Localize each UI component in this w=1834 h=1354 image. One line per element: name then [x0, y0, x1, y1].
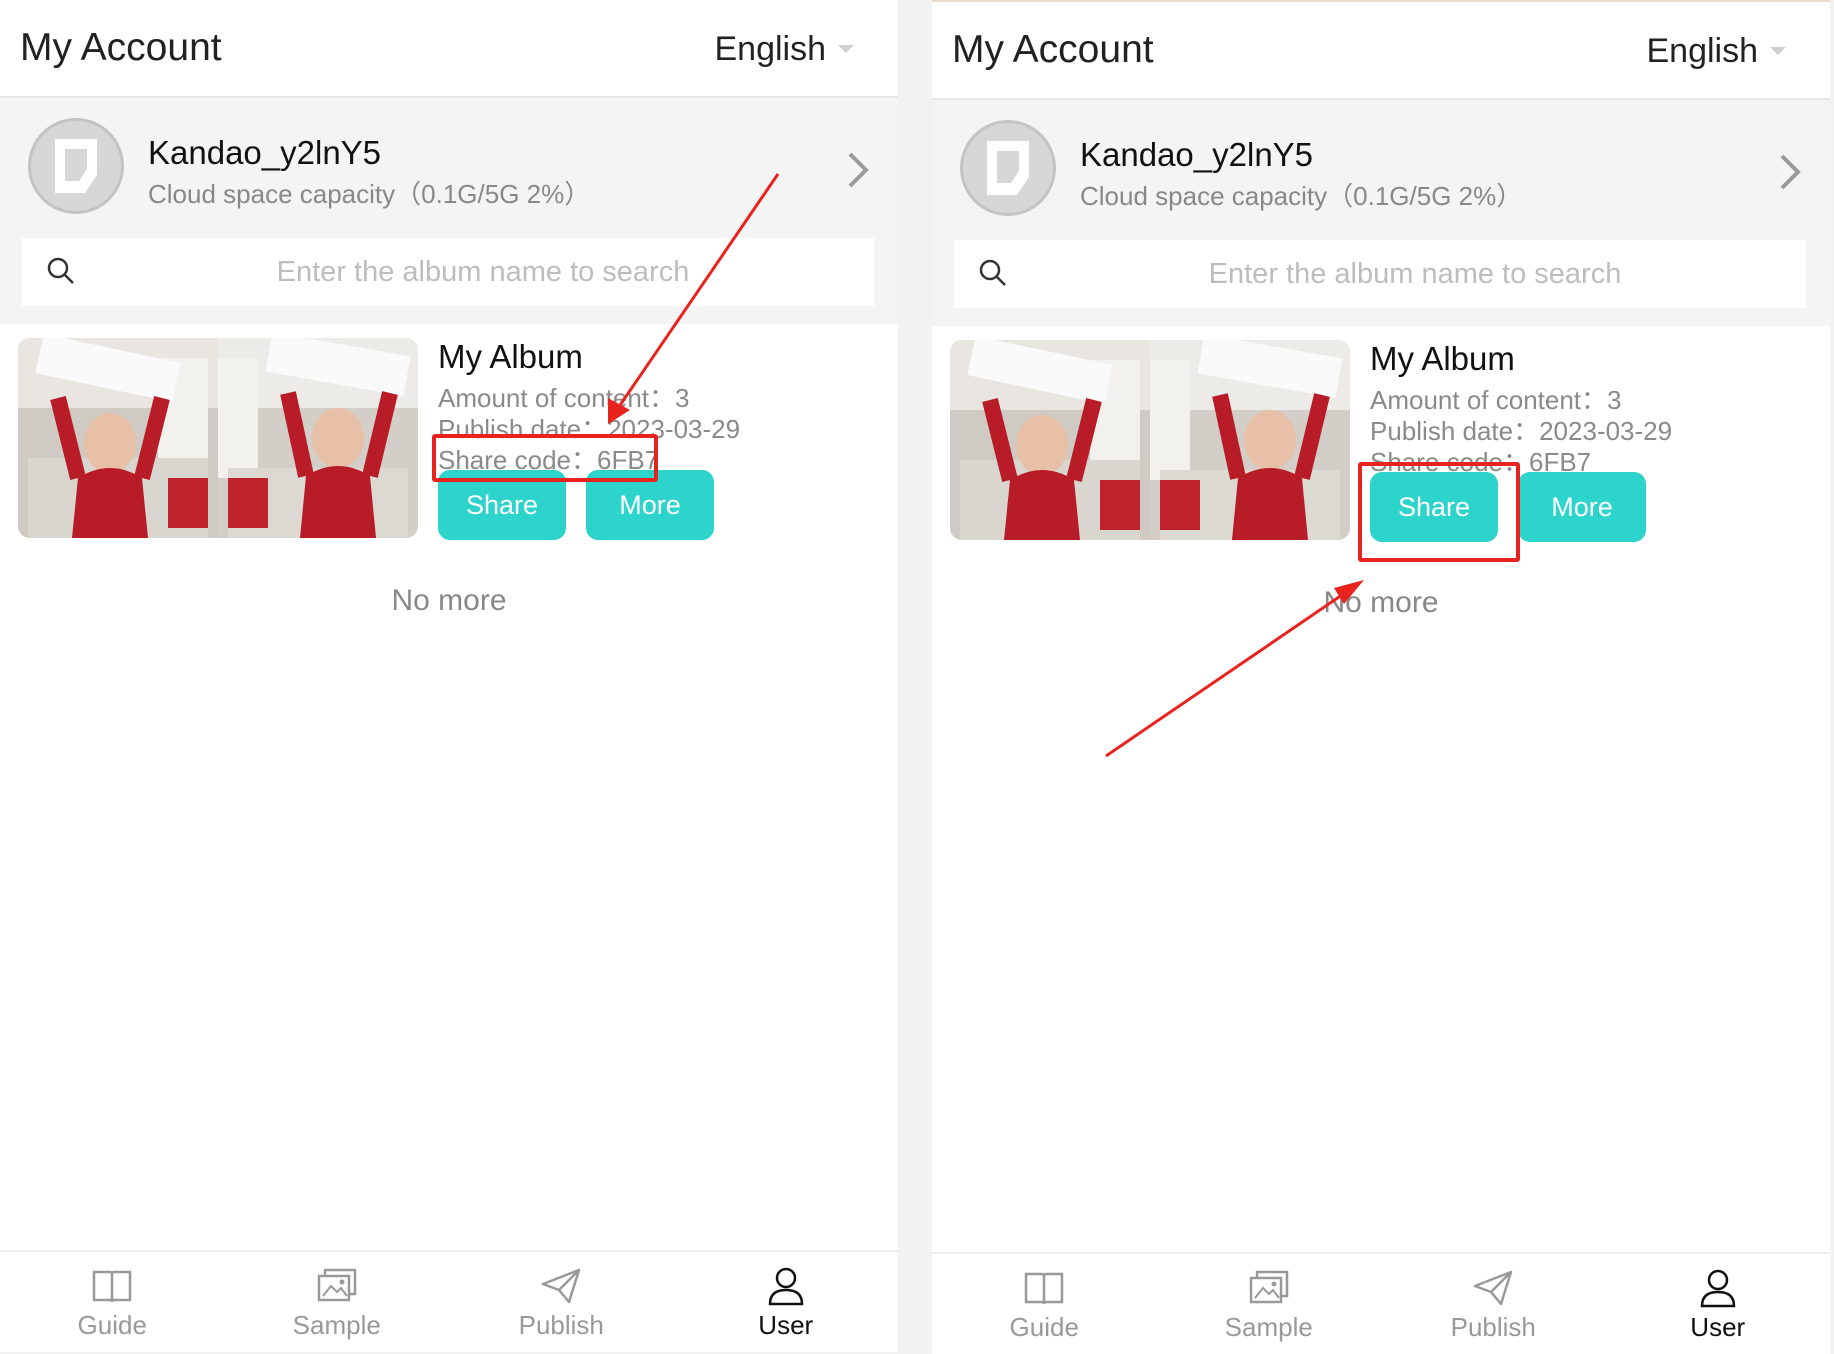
album-photo-2: [218, 338, 418, 538]
chevron-right-icon[interactable]: [1778, 152, 1802, 192]
logo-icon: [987, 141, 1029, 195]
page-title: My Account: [20, 26, 222, 69]
avatar[interactable]: [960, 120, 1056, 216]
album-thumbnails[interactable]: [18, 338, 418, 538]
username: Kandao_y2lnY5: [148, 134, 382, 171]
avatar[interactable]: [28, 118, 124, 214]
user-icon: [768, 1267, 804, 1306]
tab-label: Guide: [77, 1310, 147, 1340]
bottom-tab-bar: Guide Sample Publish User: [932, 1252, 1830, 1354]
tab-label: Sample: [1224, 1312, 1313, 1342]
bottom-tab-bar: Guide Sample Publish User: [0, 1250, 898, 1352]
tab-sample[interactable]: Sample: [1157, 1254, 1382, 1354]
tab-guide[interactable]: Guide: [0, 1252, 225, 1352]
album-photo-1: [18, 338, 218, 538]
caret-down-icon[interactable]: [1770, 47, 1786, 55]
header: My Account English: [932, 2, 1830, 100]
search-input[interactable]: Enter the album name to search: [92, 256, 874, 289]
search-icon: [47, 257, 74, 284]
album-title[interactable]: My Album: [438, 338, 583, 376]
language-selector[interactable]: English: [1646, 32, 1758, 71]
gallery-icon: [1249, 1270, 1288, 1304]
profile-card[interactable]: Kandao_y2lnY5 Cloud space capacity（0.1G/…: [932, 100, 1830, 326]
list-end-text: No more: [1323, 586, 1439, 619]
search-input[interactable]: Enter the album name to search: [1024, 258, 1806, 291]
tab-label: Publish: [1450, 1312, 1536, 1342]
tab-publish[interactable]: Publish: [449, 1252, 674, 1352]
screenshot-panel-right: My Account English Kandao_y2lnY5 Cloud s…: [932, 0, 1830, 1354]
username: Kandao_y2lnY5: [1080, 136, 1314, 173]
cloud-capacity: Cloud space capacity（0.1G/5G 2%）: [1080, 181, 1523, 211]
album-photo-2: [1150, 340, 1350, 540]
page-title: My Account: [952, 28, 1154, 71]
tab-guide[interactable]: Guide: [932, 1254, 1157, 1354]
profile-card[interactable]: Kandao_y2lnY5 Cloud space capacity（0.1G/…: [0, 98, 898, 324]
more-button[interactable]: More: [1518, 472, 1646, 542]
annotation-highlight-share-code: [432, 434, 658, 482]
gallery-icon: [317, 1268, 356, 1302]
tab-label: Guide: [1009, 1312, 1079, 1342]
user-icon: [1700, 1269, 1736, 1308]
cloud-capacity: Cloud space capacity（0.1G/5G 2%）: [148, 179, 591, 209]
book-icon: [93, 1270, 132, 1303]
search-icon: [979, 259, 1006, 286]
search-bar[interactable]: Enter the album name to search: [954, 240, 1806, 308]
tab-sample[interactable]: Sample: [225, 1252, 450, 1352]
tab-label: User: [758, 1310, 814, 1340]
tab-label: User: [1690, 1312, 1746, 1342]
list-end-text: No more: [391, 584, 507, 617]
send-icon: [542, 1268, 581, 1304]
tab-user[interactable]: User: [1606, 1254, 1831, 1354]
send-icon: [1474, 1270, 1513, 1306]
tab-user[interactable]: User: [674, 1252, 899, 1352]
search-bar[interactable]: Enter the album name to search: [22, 238, 874, 306]
chevron-right-icon[interactable]: [846, 150, 870, 190]
album-photo-1: [950, 340, 1150, 540]
tab-publish[interactable]: Publish: [1381, 1254, 1606, 1354]
album-title[interactable]: My Album: [1370, 340, 1515, 378]
header: My Account English: [0, 0, 898, 98]
screenshot-panel-left: My Account English Kandao_y2lnY5 Cloud s…: [0, 0, 898, 1352]
album-thumbnails[interactable]: [950, 340, 1350, 540]
tab-label: Sample: [292, 1310, 381, 1340]
caret-down-icon[interactable]: [838, 45, 854, 53]
book-icon: [1025, 1272, 1064, 1305]
tab-label: Publish: [518, 1310, 604, 1340]
logo-icon: [55, 139, 97, 193]
language-selector[interactable]: English: [714, 30, 826, 69]
annotation-highlight-share-button: [1358, 462, 1520, 562]
